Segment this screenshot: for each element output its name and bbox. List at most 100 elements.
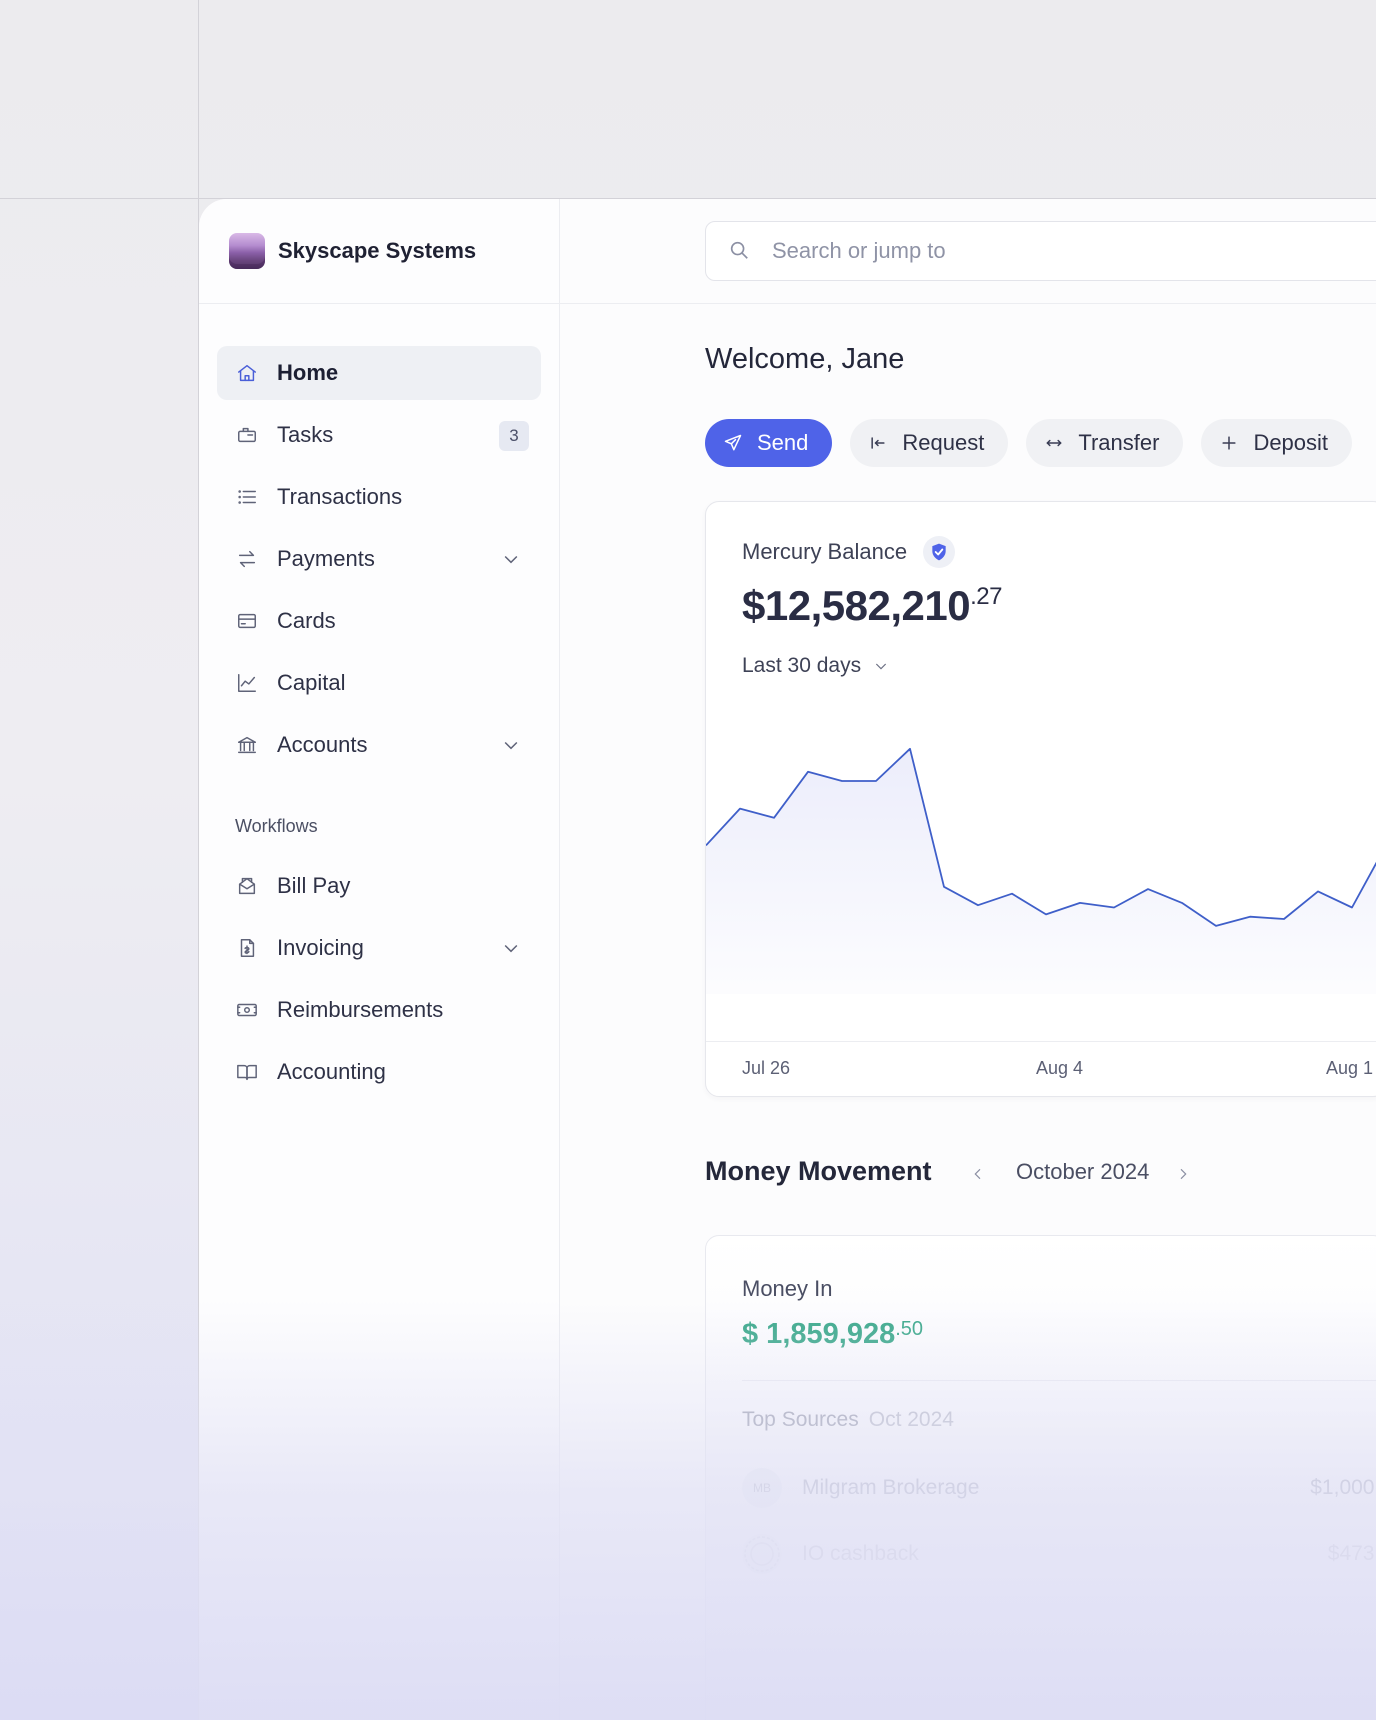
company-name: Skyscape Systems (278, 238, 477, 263)
x-tick-label: Jul 26 (742, 1058, 791, 1078)
date-range-label: Last 30 days (742, 654, 862, 677)
cash-icon (235, 998, 259, 1022)
paper-plane-icon (723, 432, 745, 454)
sidebar-item-transactions[interactable]: Transactions (217, 470, 541, 524)
chart-x-axis (706, 1041, 1376, 1042)
search-input[interactable] (770, 237, 1334, 265)
plus-icon (1219, 432, 1241, 454)
card-icon (235, 609, 259, 633)
send-button[interactable]: Send (705, 419, 833, 467)
app-window: Skyscape Systems Home Tasks 3 Transactio… (199, 199, 1376, 1720)
divider (742, 1380, 1376, 1381)
balance-amount-main: $12,582,210 (742, 582, 971, 629)
company-logo (229, 233, 265, 269)
sidebar-item-label: Invoicing (277, 935, 364, 960)
source-name: IO cashback (802, 1542, 919, 1565)
bill-icon (235, 874, 259, 898)
transfer-button-label: Transfer (1078, 430, 1160, 455)
sidebar-nav: Home Tasks 3 Transactions Payments Cards (199, 304, 559, 1099)
balance-amount-cents: .27 (970, 583, 1002, 610)
sidebar-item-label: Accounting (277, 1059, 386, 1084)
money-in-label: Money In (742, 1276, 833, 1301)
sidebar-item-reimbursements[interactable]: Reimbursements (217, 983, 541, 1037)
balance-title: Mercury Balance (742, 536, 956, 568)
sidebar-item-label: Accounts (277, 732, 368, 757)
sidebar-item-payments[interactable]: Payments (217, 532, 541, 586)
sidebar-item-label: Payments (277, 546, 375, 571)
chevron-right-icon[interactable] (1175, 1162, 1195, 1182)
money-in-amount: $ 1,859,928.50 (742, 1318, 923, 1351)
money-in-amount-cents: .50 (895, 1318, 924, 1340)
top-sources-heading: Top Sources Oct 2024 (742, 1408, 954, 1432)
book-icon (235, 1060, 259, 1084)
balance-title-label: Mercury Balance (742, 539, 908, 564)
sidebar-item-cards[interactable]: Cards (217, 594, 541, 648)
home-icon (235, 361, 259, 385)
search-box[interactable] (705, 221, 1376, 281)
list-item[interactable]: IO cashback $473.9 (742, 1532, 1376, 1576)
workflows-section-label: Workflows (235, 816, 318, 836)
send-button-label: Send (757, 430, 809, 455)
list-item[interactable]: MB Milgram Brokerage $1,000,0 (742, 1466, 1376, 1510)
cashback-logo-icon (744, 1536, 780, 1572)
page-title: Welcome, Jane (705, 343, 905, 375)
brand-header[interactable]: Skyscape Systems (199, 199, 559, 304)
deposit-button-label: Deposit (1253, 430, 1329, 455)
date-range-dropdown[interactable]: Last 30 days (742, 654, 889, 678)
source-amount: $473.9 (1327, 1542, 1376, 1565)
balance-chart (706, 747, 1376, 994)
money-in-card: Money In $ 1,859,928.50 Top Sources Oct 2… (705, 1235, 1376, 1720)
money-in-amount-main: $ 1,859,928 (742, 1318, 896, 1350)
sidebar-item-label: Bill Pay (277, 873, 351, 898)
sidebar-item-label: Cards (277, 608, 336, 633)
line-chart-icon (235, 671, 259, 695)
sidebar-item-home[interactable]: Home (217, 346, 541, 400)
sidebar-item-label: Transactions (277, 484, 403, 509)
month-navigator: October 2024 (970, 1159, 1195, 1185)
chevron-down-icon[interactable] (501, 938, 521, 958)
chevron-down-icon[interactable] (501, 735, 521, 755)
balance-amount: $12,582,210.27 (742, 582, 1002, 630)
money-movement-title: Money Movement (705, 1156, 932, 1186)
request-button[interactable]: Request (850, 419, 1009, 467)
search-icon (728, 239, 752, 263)
swap-arrows-icon (235, 547, 259, 571)
top-sources-label: Top Sources (742, 1408, 859, 1431)
sidebar-item-label: Capital (277, 670, 346, 695)
chevron-down-icon (876, 663, 887, 670)
list-icon (235, 485, 259, 509)
sidebar-item-tasks[interactable]: Tasks 3 (217, 408, 541, 462)
tasks-count-badge: 3 (499, 421, 529, 451)
month-label: October 2024 (1016, 1159, 1150, 1184)
sidebar-item-label: Tasks (277, 422, 334, 447)
balance-card: Mercury Balance $12,582,210.27 Last 30 d… (705, 501, 1376, 1097)
sidebar-item-invoicing[interactable]: Invoicing (217, 921, 541, 975)
left-right-arrow-icon (1044, 432, 1066, 454)
request-button-label: Request (902, 430, 985, 455)
transfer-button[interactable]: Transfer (1026, 419, 1184, 467)
arrow-to-left-icon (868, 432, 890, 454)
x-tick-label: Aug 1 (1326, 1058, 1374, 1078)
avatar (742, 1534, 782, 1574)
top-sources-period: Oct 2024 (868, 1408, 954, 1431)
sidebar-item-accounting[interactable]: Accounting (217, 1045, 541, 1099)
verified-shield-icon (923, 536, 956, 568)
chevron-left-icon[interactable] (970, 1162, 990, 1182)
sidebar-item-capital[interactable]: Capital (217, 656, 541, 710)
chevron-down-icon[interactable] (501, 549, 521, 569)
bank-icon (235, 733, 259, 757)
action-bar: Send Request Transfer Deposit (705, 419, 1353, 467)
sidebar-item-bill-pay[interactable]: Bill Pay (217, 859, 541, 913)
sidebar-item-label: Reimbursements (277, 997, 444, 1022)
main-content: Welcome, Jane Send Request Transfer Depo… (560, 199, 1376, 1720)
tasks-icon (235, 423, 259, 447)
source-amount: $1,000,0 (1310, 1476, 1376, 1499)
sidebar-item-label: Home (277, 360, 339, 385)
invoice-icon (235, 936, 259, 960)
sidebar-item-accounts[interactable]: Accounts (217, 718, 541, 772)
chart-area-fill (706, 748, 1376, 994)
sidebar: Skyscape Systems Home Tasks 3 Transactio… (199, 199, 560, 1720)
source-name: Milgram Brokerage (802, 1476, 980, 1499)
deposit-button[interactable]: Deposit (1201, 419, 1353, 467)
top-bar (560, 199, 1376, 304)
